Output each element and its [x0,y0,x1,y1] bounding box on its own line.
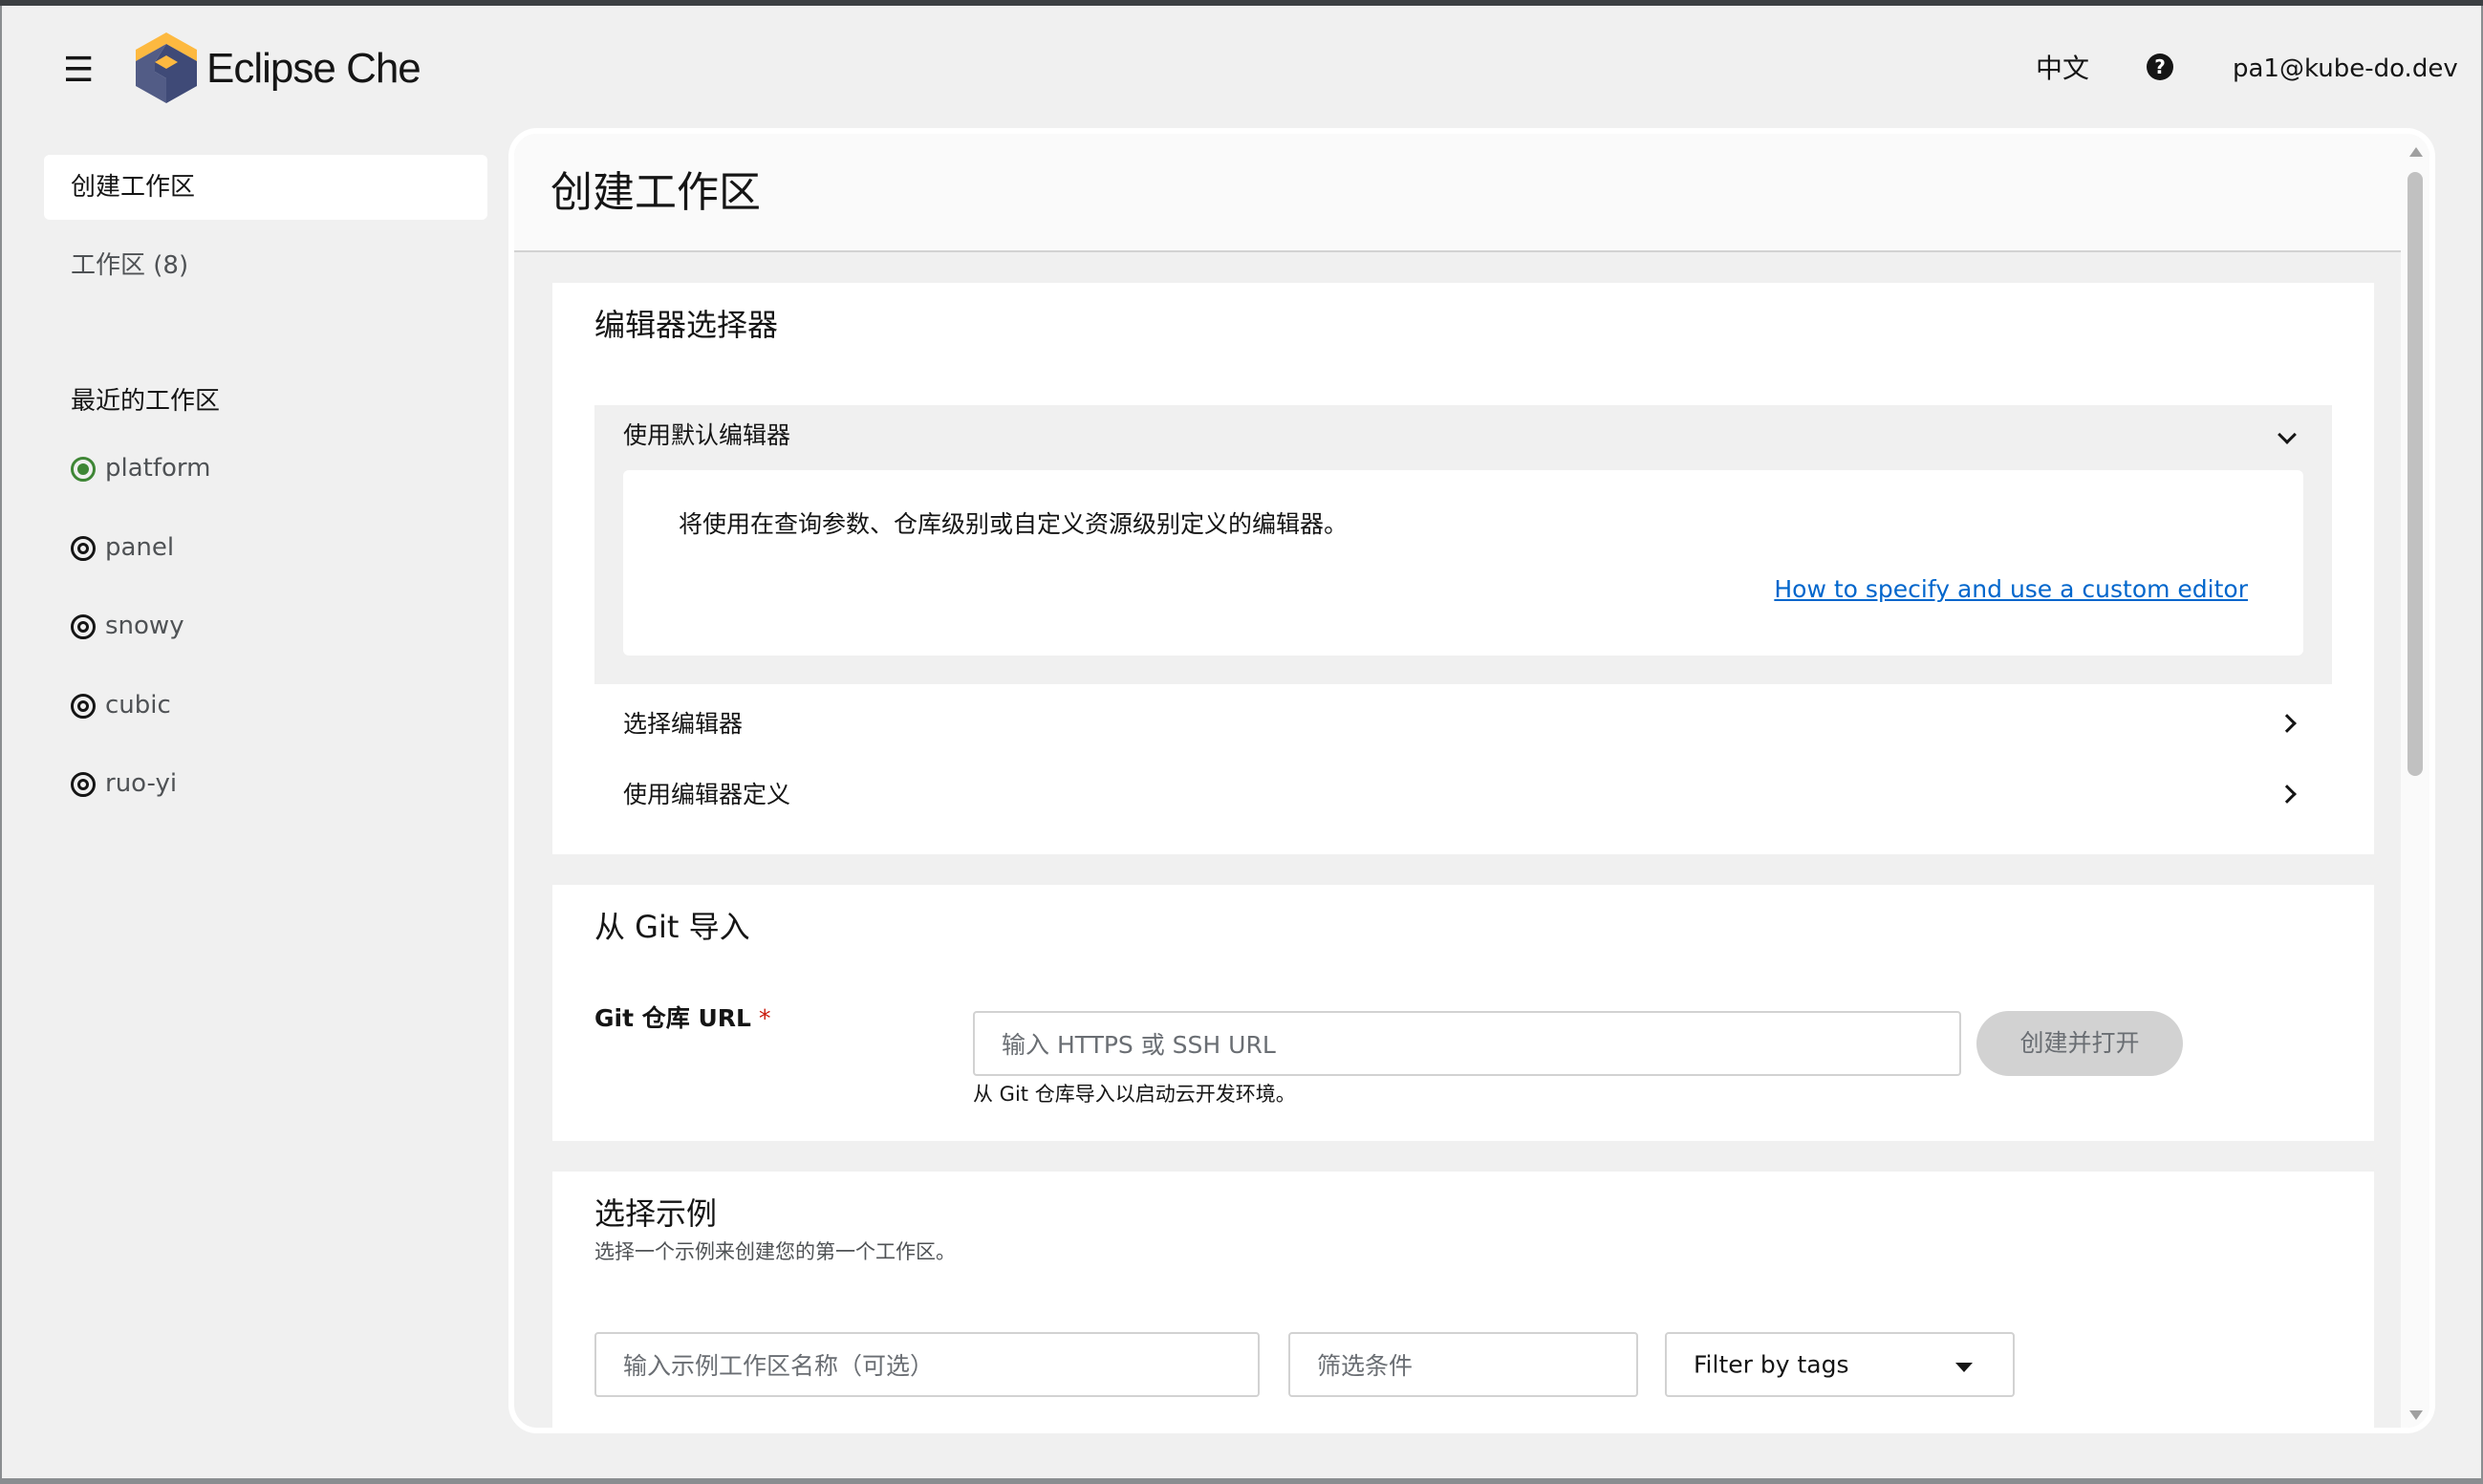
git-url-placeholder: 输入 HTTPS 或 SSH URL [1002,1031,1276,1059]
main-content: 创建工作区 编辑器选择器 使用默认编辑器 将使用在查询参数、仓库级别或自定义资源… [508,128,2435,1433]
git-url-input[interactable]: 输入 HTTPS 或 SSH URL [973,1011,1961,1076]
hamburger-menu-icon[interactable]: ☰ [63,50,94,92]
choose-editor-label: 选择编辑器 [623,710,744,738]
stopped-status-icon [71,536,96,561]
default-editor-accordion: 使用默认编辑器 将使用在查询参数、仓库级别或自定义资源级别定义的编辑器。 How… [594,405,2332,684]
sample-name-placeholder: 输入示例工作区名称（可选） [623,1352,935,1380]
git-url-label-text: Git 仓库 URL [594,1004,751,1032]
git-url-helper-text: 从 Git 仓库导入以启动云开发环境。 [973,1083,1296,1106]
eclipse-che-logo [136,32,197,103]
git-import-card: 从 Git 导入 Git 仓库 URL * 输入 HTTPS 或 SSH URL … [552,885,2374,1141]
stopped-status-icon [71,772,96,797]
chevron-right-icon [2278,785,2297,804]
samples-card: 选择示例 选择一个示例来创建您的第一个工作区。 输入示例工作区名称（可选） 筛选… [552,1172,2374,1428]
nav-create-workspace[interactable]: 创建工作区 [44,155,487,220]
filter-by-tags-select[interactable]: Filter by tags [1665,1332,2015,1397]
required-mark: * [758,1004,771,1032]
nav-workspaces[interactable]: 工作区 (8) [71,247,188,285]
help-icon[interactable]: ? [2147,54,2173,80]
workspace-name: panel [105,533,175,562]
editor-selector-title: 编辑器选择器 [594,307,779,343]
sample-filter-placeholder: 筛选条件 [1317,1352,1414,1380]
default-editor-description: 将使用在查询参数、仓库级别或自定义资源级别定义的编辑器。 [679,510,1349,538]
default-editor-panel: 将使用在查询参数、仓库级别或自定义资源级别定义的编辑器。 How to spec… [623,470,2303,656]
default-editor-toggle[interactable]: 使用默认编辑器 [623,419,790,453]
editor-definition-toggle[interactable]: 使用编辑器定义 [594,766,2332,824]
workspace-name: cubic [105,691,171,720]
stopped-status-icon [71,694,96,719]
window-left-border [0,6,2,1478]
page-header: 创建工作区 [514,134,2412,252]
chevron-right-icon [2278,714,2297,733]
scroll-down-icon[interactable] [2409,1410,2423,1420]
sample-filter-input[interactable]: 筛选条件 [1288,1332,1638,1397]
choose-editor-toggle[interactable]: 选择编辑器 [594,696,2332,753]
filter-by-tags-label: Filter by tags [1694,1350,1849,1379]
workspace-name: snowy [105,612,184,640]
git-import-title: 从 Git 导入 [594,909,750,945]
stopped-status-icon [71,614,96,639]
scroll-up-icon[interactable] [2409,147,2423,157]
page-title: 创建工作区 [551,168,761,217]
custom-editor-link[interactable]: How to specify and use a custom editor [1774,571,2248,608]
editor-selector-card: 编辑器选择器 使用默认编辑器 将使用在查询参数、仓库级别或自定义资源级别定义的编… [552,283,2374,854]
git-url-label: Git 仓库 URL * [594,1001,770,1036]
workspace-name: ruo-yi [105,769,178,798]
window-bottom-border [0,1478,2483,1484]
create-and-open-button[interactable]: 创建并打开 [1976,1011,2183,1076]
editor-definition-label: 使用编辑器定义 [623,781,791,808]
masthead: ☰ Eclipse Che 中文 ? pa1@kube-do.dev [2,6,2481,130]
scrollbar-thumb[interactable] [2407,172,2423,776]
vertical-scrollbar[interactable] [2401,134,2429,1428]
samples-subtitle: 选择一个示例来创建您的第一个工作区。 [594,1240,956,1263]
brand-name: Eclipse Che [206,45,421,92]
samples-title: 选择示例 [594,1195,718,1232]
running-status-icon [71,457,96,482]
chevron-down-icon[interactable] [2278,425,2297,444]
caret-down-icon [1955,1363,1973,1372]
sample-name-input[interactable]: 输入示例工作区名称（可选） [594,1332,1260,1397]
user-menu[interactable]: pa1@kube-do.dev [2233,50,2458,88]
workspace-name: platform [105,454,211,483]
recent-workspaces-heading: 最近的工作区 [71,387,221,416]
language-switcher[interactable]: 中文 [2036,50,2089,88]
